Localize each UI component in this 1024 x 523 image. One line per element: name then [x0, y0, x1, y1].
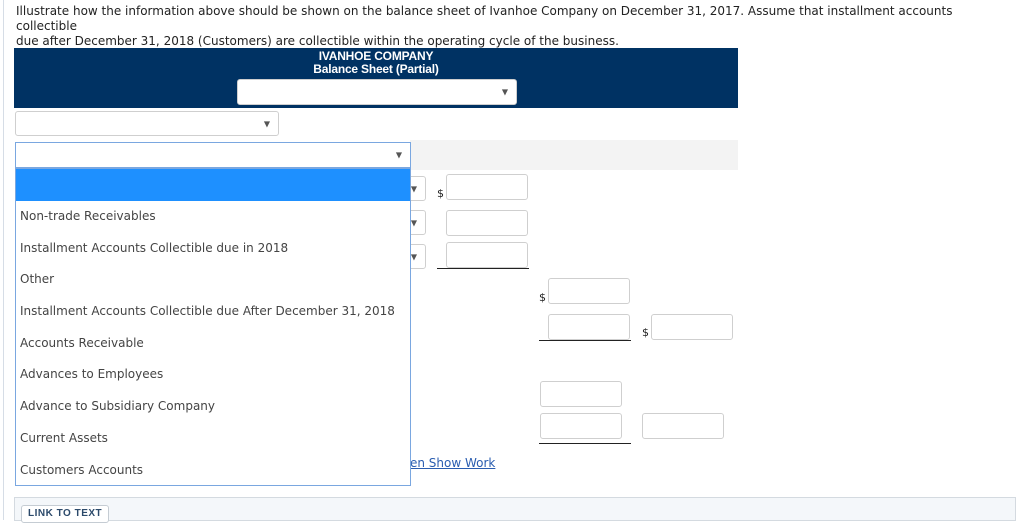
subtotal-underline — [437, 268, 529, 269]
chevron-down-icon: ▼ — [410, 218, 417, 227]
prompt-line-2: due after December 31, 2018 (Customers) … — [16, 34, 619, 48]
statement-date-select[interactable]: ▼ — [237, 79, 517, 105]
dropdown-option[interactable]: Customers Accounts — [16, 455, 410, 487]
dropdown-option[interactable] — [16, 169, 410, 201]
chevron-down-icon: ▼ — [410, 252, 417, 261]
statement-title: Balance Sheet (Partial) — [313, 62, 439, 76]
amount-input-row-4[interactable] — [540, 381, 622, 407]
section-heading-select[interactable]: ▼ — [15, 111, 279, 136]
amount-input-row-1[interactable] — [446, 174, 528, 200]
subtotal-input-2[interactable] — [548, 314, 630, 340]
footer-panel — [14, 497, 1016, 521]
prompt-line-1: Illustrate how the information above sho… — [16, 4, 953, 33]
chevron-down-icon: ▼ — [501, 87, 508, 97]
subtotal-underline — [539, 340, 631, 341]
show-work-link[interactable]: en Show Work — [410, 456, 495, 470]
dollar-sign: $ — [539, 291, 546, 304]
account-dropdown-list[interactable]: Non-trade Receivables Installment Accoun… — [15, 168, 411, 486]
total-input-1[interactable] — [651, 314, 733, 340]
dollar-sign: $ — [437, 187, 444, 200]
page-left-border — [3, 0, 4, 520]
dropdown-option[interactable]: Advances to Employees — [16, 359, 410, 391]
chevron-down-icon: ▼ — [263, 119, 270, 128]
total-input-2[interactable] — [642, 413, 724, 439]
question-prompt: Illustrate how the information above sho… — [16, 4, 1016, 49]
dropdown-option[interactable]: Current Assets — [16, 423, 410, 455]
row-shade — [410, 140, 738, 170]
subtotal-input-1[interactable] — [548, 278, 630, 304]
account-select-open[interactable]: ▼ — [15, 142, 411, 168]
dropdown-option[interactable]: Accounts Receivable — [16, 328, 410, 360]
dropdown-option[interactable]: Non-trade Receivables — [16, 201, 410, 233]
subtotal-underline — [539, 443, 631, 444]
amount-input-row-5[interactable] — [540, 413, 622, 439]
link-to-text-button[interactable]: LINK TO TEXT — [21, 505, 110, 523]
dropdown-option[interactable]: Other — [16, 264, 410, 296]
dropdown-option[interactable]: Advance to Subsidiary Company — [16, 391, 410, 423]
dropdown-option[interactable]: Installment Accounts Collectible due Aft… — [16, 296, 410, 328]
chevron-down-icon: ▼ — [410, 184, 417, 193]
amount-input-row-3[interactable] — [446, 242, 528, 268]
dropdown-option[interactable]: Installment Accounts Collectible due in … — [16, 233, 410, 265]
dollar-sign: $ — [642, 326, 649, 339]
chevron-down-icon: ▼ — [395, 150, 402, 160]
amount-input-row-2[interactable] — [446, 210, 528, 236]
